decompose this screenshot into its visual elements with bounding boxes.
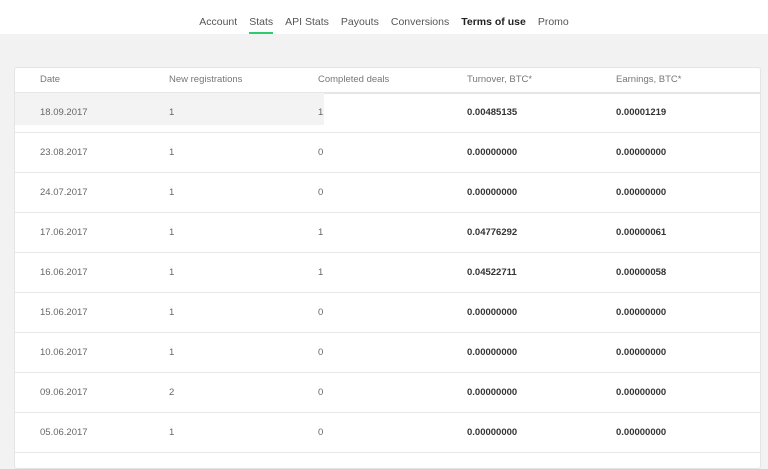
cell-earnings: 0.00000000 (616, 387, 667, 398)
cell-date: 16.06.2017 (40, 267, 88, 278)
nav-account[interactable]: Account (199, 0, 237, 34)
nav-payouts[interactable]: Payouts (341, 0, 379, 34)
column-header-turnover: Turnover, BTC* (467, 74, 533, 85)
cell-completed-deals: 0 (318, 427, 324, 438)
cell-completed-deals: 0 (318, 307, 324, 318)
table-row[interactable]: 18.09.2017 1 1 0.00485135 0.00001219 (15, 93, 760, 133)
nav-stats[interactable]: Stats (249, 0, 273, 34)
table-row[interactable]: 10.06.2017 1 0 0.00000000 0.00000000 (15, 333, 760, 373)
cell-new-registrations: 1 (169, 307, 175, 318)
cell-earnings: 0.00000000 (616, 347, 667, 358)
cell-earnings: 0.00001219 (616, 107, 667, 118)
column-header-completed-deals: Completed deals (318, 74, 390, 85)
cell-new-registrations: 1 (169, 347, 175, 358)
cell-completed-deals: 0 (318, 187, 324, 198)
stats-table-panel: Date New registrations Completed deals T… (14, 67, 761, 469)
nav-promo[interactable]: Promo (538, 0, 569, 34)
cell-completed-deals: 1 (318, 107, 324, 118)
nav-conversions[interactable]: Conversions (391, 0, 449, 34)
cell-turnover: 0.00000000 (467, 347, 518, 358)
cell-date: 17.06.2017 (40, 227, 88, 238)
table-row[interactable]: 24.07.2017 1 0 0.00000000 0.00000000 (15, 173, 760, 213)
column-header-new-registrations: New registrations (169, 74, 243, 85)
column-header-date: Date (40, 74, 61, 85)
table-row[interactable]: 15.06.2017 1 0 0.00000000 0.00000000 (15, 293, 760, 333)
table-row[interactable]: 23.08.2017 1 0 0.00000000 0.00000000 (15, 133, 760, 173)
column-header-earnings: Earnings, BTC* (616, 74, 682, 85)
cell-completed-deals: 0 (318, 387, 324, 398)
cell-date: 10.06.2017 (40, 347, 88, 358)
cell-turnover: 0.00000000 (467, 427, 518, 438)
cell-date: 18.09.2017 (40, 107, 88, 118)
cell-completed-deals: 1 (318, 267, 324, 278)
nav-terms-of-use[interactable]: Terms of use (461, 0, 526, 34)
cell-new-registrations: 1 (169, 427, 175, 438)
main-nav: Account Stats API Stats Payouts Conversi… (0, 0, 768, 34)
cell-completed-deals: 0 (318, 147, 324, 158)
cell-turnover: 0.04776292 (467, 227, 518, 238)
cell-earnings: 0.00000000 (616, 187, 667, 198)
table-row[interactable]: 16.06.2017 1 1 0.04522711 0.00000058 (15, 253, 760, 293)
cell-date: 24.07.2017 (40, 187, 88, 198)
table-header: Date New registrations Completed deals T… (15, 68, 760, 94)
cell-earnings: 0.00000061 (616, 227, 667, 238)
cell-earnings: 0.00000000 (616, 307, 667, 318)
cell-new-registrations: 1 (169, 147, 175, 158)
cell-new-registrations: 1 (169, 187, 175, 198)
cell-earnings: 0.00000000 (616, 147, 667, 158)
cell-new-registrations: 1 (169, 227, 175, 238)
cell-turnover: 0.00000000 (467, 147, 518, 158)
table-row[interactable]: 05.06.2017 1 0 0.00000000 0.00000000 (15, 413, 760, 453)
table-row[interactable]: 09.06.2017 2 0 0.00000000 0.00000000 (15, 373, 760, 413)
cell-turnover: 0.00000000 (467, 187, 518, 198)
cell-date: 23.08.2017 (40, 147, 88, 158)
cell-completed-deals: 1 (318, 227, 324, 238)
table-row[interactable]: 17.06.2017 1 1 0.04776292 0.00000061 (15, 213, 760, 253)
cell-earnings: 0.00000058 (616, 267, 667, 278)
cell-date: 09.06.2017 (40, 387, 88, 398)
cell-completed-deals: 0 (318, 347, 324, 358)
cell-new-registrations: 2 (169, 387, 175, 398)
cell-new-registrations: 1 (169, 107, 175, 118)
cell-turnover: 0.00000000 (467, 307, 518, 318)
cell-date: 15.06.2017 (40, 307, 88, 318)
nav-api-stats[interactable]: API Stats (285, 0, 329, 34)
cell-date: 05.06.2017 (40, 427, 88, 438)
cell-turnover: 0.00000000 (467, 387, 518, 398)
cell-earnings: 0.00000000 (616, 427, 667, 438)
cell-turnover: 0.00485135 (467, 107, 518, 118)
cell-turnover: 0.04522711 (467, 267, 517, 278)
cell-new-registrations: 1 (169, 267, 175, 278)
